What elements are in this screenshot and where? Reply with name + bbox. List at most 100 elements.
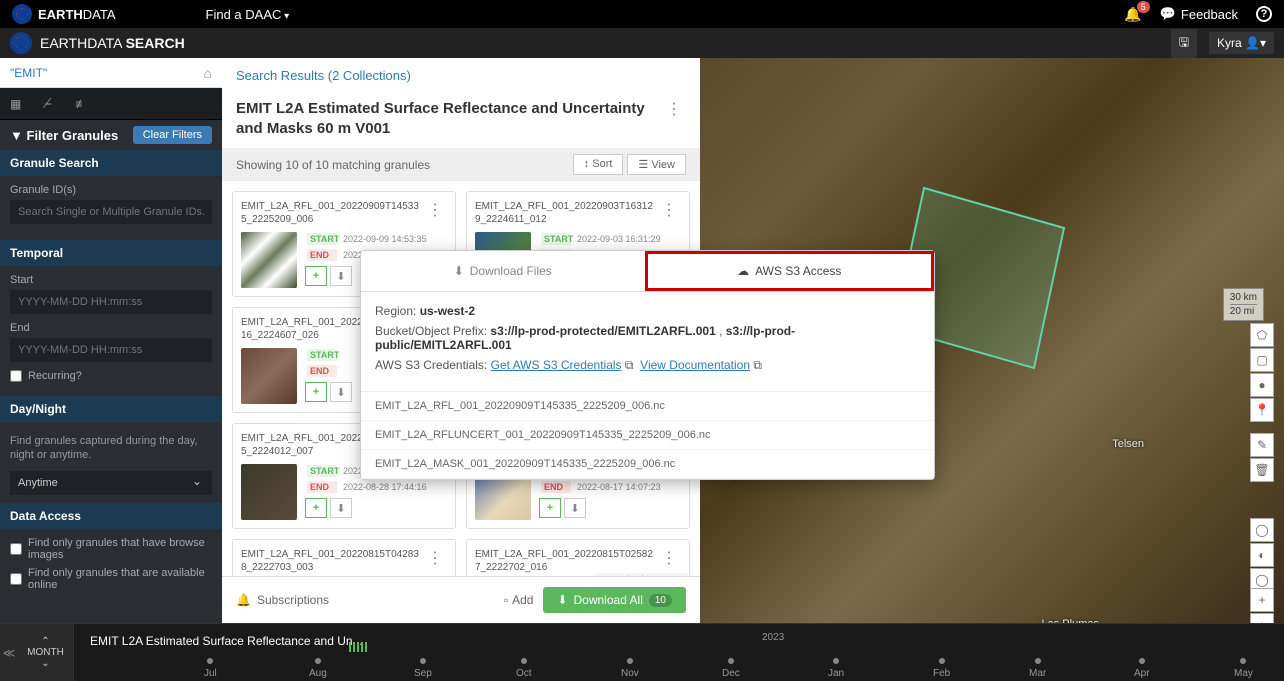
recurring-checkbox[interactable] <box>10 370 22 382</box>
daynight-select[interactable]: Anytime <box>10 471 212 495</box>
online-checkbox[interactable] <box>10 573 22 585</box>
granule-more-icon[interactable]: ⋮ <box>423 200 447 220</box>
user-menu[interactable]: Kyra 👤▾ <box>1209 32 1274 54</box>
s3-file-list: EMIT_L2A_RFL_001_20220909T145335_2225209… <box>361 391 934 479</box>
granule-id-input[interactable] <box>10 200 212 224</box>
granule-more-icon[interactable]: ⋮ <box>657 200 681 220</box>
timeline: ≪ ⌃ MONTH ⌄ EMIT L2A Estimated Surface R… <box>0 623 1284 681</box>
search-results-link[interactable]: Search Results (2 Collections) <box>222 58 700 93</box>
timeline-tick: Sep <box>414 668 432 679</box>
add-granule-button[interactable]: + <box>539 498 561 518</box>
download-granule-button[interactable]: ⬇ <box>330 382 352 402</box>
map-projection-2-icon[interactable]: ◐ <box>1250 543 1274 567</box>
granule-search-section[interactable]: Granule Search <box>0 150 222 176</box>
map-projection-1-icon[interactable]: ◯ <box>1250 518 1274 542</box>
granule-more-icon[interactable]: ⋮ <box>657 548 681 568</box>
subscriptions-button[interactable]: 🔔Subscriptions <box>236 593 329 607</box>
download-icon: ⬇ <box>454 264 464 278</box>
save-project-button[interactable]: 🖫 <box>1171 29 1197 58</box>
bell-icon: 🔔 <box>236 593 251 607</box>
end-label: End <box>10 322 212 334</box>
clear-filters-button[interactable]: Clear Filters <box>133 126 212 144</box>
search-term[interactable]: "EMIT" <box>10 66 47 80</box>
s3-access-popover: ⬇Download Files ☁AWS S3 Access Region: u… <box>360 250 935 480</box>
granule-thumbnail[interactable] <box>241 232 297 288</box>
settings-icon[interactable]: ≢ <box>75 97 87 111</box>
granule-thumbnail[interactable] <box>241 464 297 520</box>
earthdata-logo-icon <box>10 32 32 54</box>
add-granule-button[interactable]: + <box>305 382 327 402</box>
start-input[interactable] <box>10 290 212 314</box>
end-input[interactable] <box>10 338 212 362</box>
home-icon[interactable]: ⌂ <box>204 65 212 81</box>
granule-thumbnail[interactable] <box>241 348 297 404</box>
results-footer: 🔔Subscriptions ▫ Add ⬇Download All10 <box>222 576 700 623</box>
notifications-button[interactable]: 🔔5 <box>1124 6 1141 23</box>
add-granule-button[interactable]: + <box>305 266 327 286</box>
map-tool-rect-icon[interactable]: ▢ <box>1250 348 1274 372</box>
view-docs-link[interactable]: View Documentation <box>640 358 750 372</box>
granule-more-icon[interactable]: ⋮ <box>423 548 447 568</box>
daynight-section[interactable]: Day/Night <box>0 396 222 422</box>
filter-icon: ▼ <box>10 128 23 143</box>
browse-images-checkbox[interactable] <box>10 543 22 555</box>
nasa-top-bar: EARTHDATA Find a DAAC 🔔5 💬Feedback ? <box>0 0 1284 28</box>
get-credentials-link[interactable]: Get AWS S3 Credentials <box>491 358 622 372</box>
find-daac-dropdown[interactable]: Find a DAAC <box>206 7 290 22</box>
timeline-tick: Oct <box>516 668 532 679</box>
download-all-button[interactable]: ⬇Download All10 <box>543 587 686 613</box>
timeline-track[interactable]: EMIT L2A Estimated Surface Reflectance a… <box>74 624 1284 681</box>
external-link-icon: ⧉ <box>625 358 634 372</box>
aws-s3-access-tab[interactable]: ☁AWS S3 Access <box>645 251 935 291</box>
brand: EARTHDATA <box>38 7 116 22</box>
sort-button[interactable]: ↕ Sort <box>573 154 624 175</box>
collection-more-icon[interactable]: ⋮ <box>662 99 686 119</box>
notification-badge: 5 <box>1137 1 1150 13</box>
add-granule-button[interactable]: + <box>305 498 327 518</box>
download-files-tab[interactable]: ⬇Download Files <box>361 251 645 291</box>
s3-file-item[interactable]: EMIT_L2A_RFL_001_20220909T145335_2225209… <box>361 392 934 421</box>
s3-file-item[interactable]: EMIT_L2A_MASK_001_20220909T145335_222520… <box>361 450 934 479</box>
chevron-down-icon[interactable]: ⌄ <box>41 658 49 669</box>
tool-icons-row: ▦ ⎯̸ ≢ <box>0 88 222 120</box>
timeline-tick: Apr <box>1134 668 1150 679</box>
nasa-logo-icon <box>12 4 32 24</box>
timeline-tick: Aug <box>309 668 327 679</box>
s3-file-item[interactable]: EMIT_L2A_RFLUNCERT_001_20220909T145335_2… <box>361 421 934 450</box>
app-title: EARTHDATA SEARCH <box>40 35 185 51</box>
download-granule-button[interactable]: ⬇ <box>564 498 586 518</box>
timeline-collapse-button[interactable]: ≪ <box>0 624 18 681</box>
timeline-tick: Mar <box>1029 668 1046 679</box>
chevron-up-icon[interactable]: ⌃ <box>41 636 49 647</box>
spatial-icon[interactable]: ⎯̸ <box>45 96 51 111</box>
map-tool-marker-icon[interactable]: 📍 <box>1250 398 1274 422</box>
bucket-prefix-1: s3://lp-prod-protected/EMITL2ARFL.001 <box>490 324 715 338</box>
feedback-button[interactable]: 💬Feedback <box>1160 6 1238 22</box>
map-tool-delete-icon[interactable]: 🗑 <box>1250 458 1274 482</box>
recurring-label: Recurring? <box>28 370 82 382</box>
online-label: Find only granules that are available on… <box>28 567 212 591</box>
browse-images-label: Find only granules that have browse imag… <box>28 537 212 561</box>
map-tool-point-icon[interactable]: ⬠ <box>1250 323 1274 347</box>
help-icon[interactable]: ? <box>1256 6 1272 22</box>
results-count: Showing 10 of 10 matching granules <box>236 158 430 172</box>
data-access-section[interactable]: Data Access <box>0 503 222 529</box>
temporal-section[interactable]: Temporal <box>0 240 222 266</box>
daynight-desc: Find granules captured during the day, n… <box>10 430 212 471</box>
granule-id-label: Granule ID(s) <box>10 184 212 196</box>
download-granule-button[interactable]: ⬇ <box>330 266 352 286</box>
map-zoom-in-button[interactable]: + <box>1250 588 1274 612</box>
timeline-zoom-control[interactable]: ⌃ MONTH ⌄ <box>18 624 74 681</box>
download-icon: ⬇ <box>557 593 567 607</box>
aws-region: us-west-2 <box>420 304 475 318</box>
map-label: Telsen <box>1112 438 1144 450</box>
timeline-tick: May <box>1234 668 1253 679</box>
add-button[interactable]: ▫ Add <box>504 593 534 607</box>
map-tool-edit-icon[interactable]: ✎ <box>1250 433 1274 457</box>
download-granule-button[interactable]: ⬇ <box>330 498 352 518</box>
start-label: Start <box>10 274 212 286</box>
view-button[interactable]: ☰ View <box>627 154 686 175</box>
calendar-icon[interactable]: ▦ <box>10 97 21 111</box>
timeline-tick: Nov <box>621 668 639 679</box>
map-tool-circle-icon[interactable]: ● <box>1250 373 1274 397</box>
